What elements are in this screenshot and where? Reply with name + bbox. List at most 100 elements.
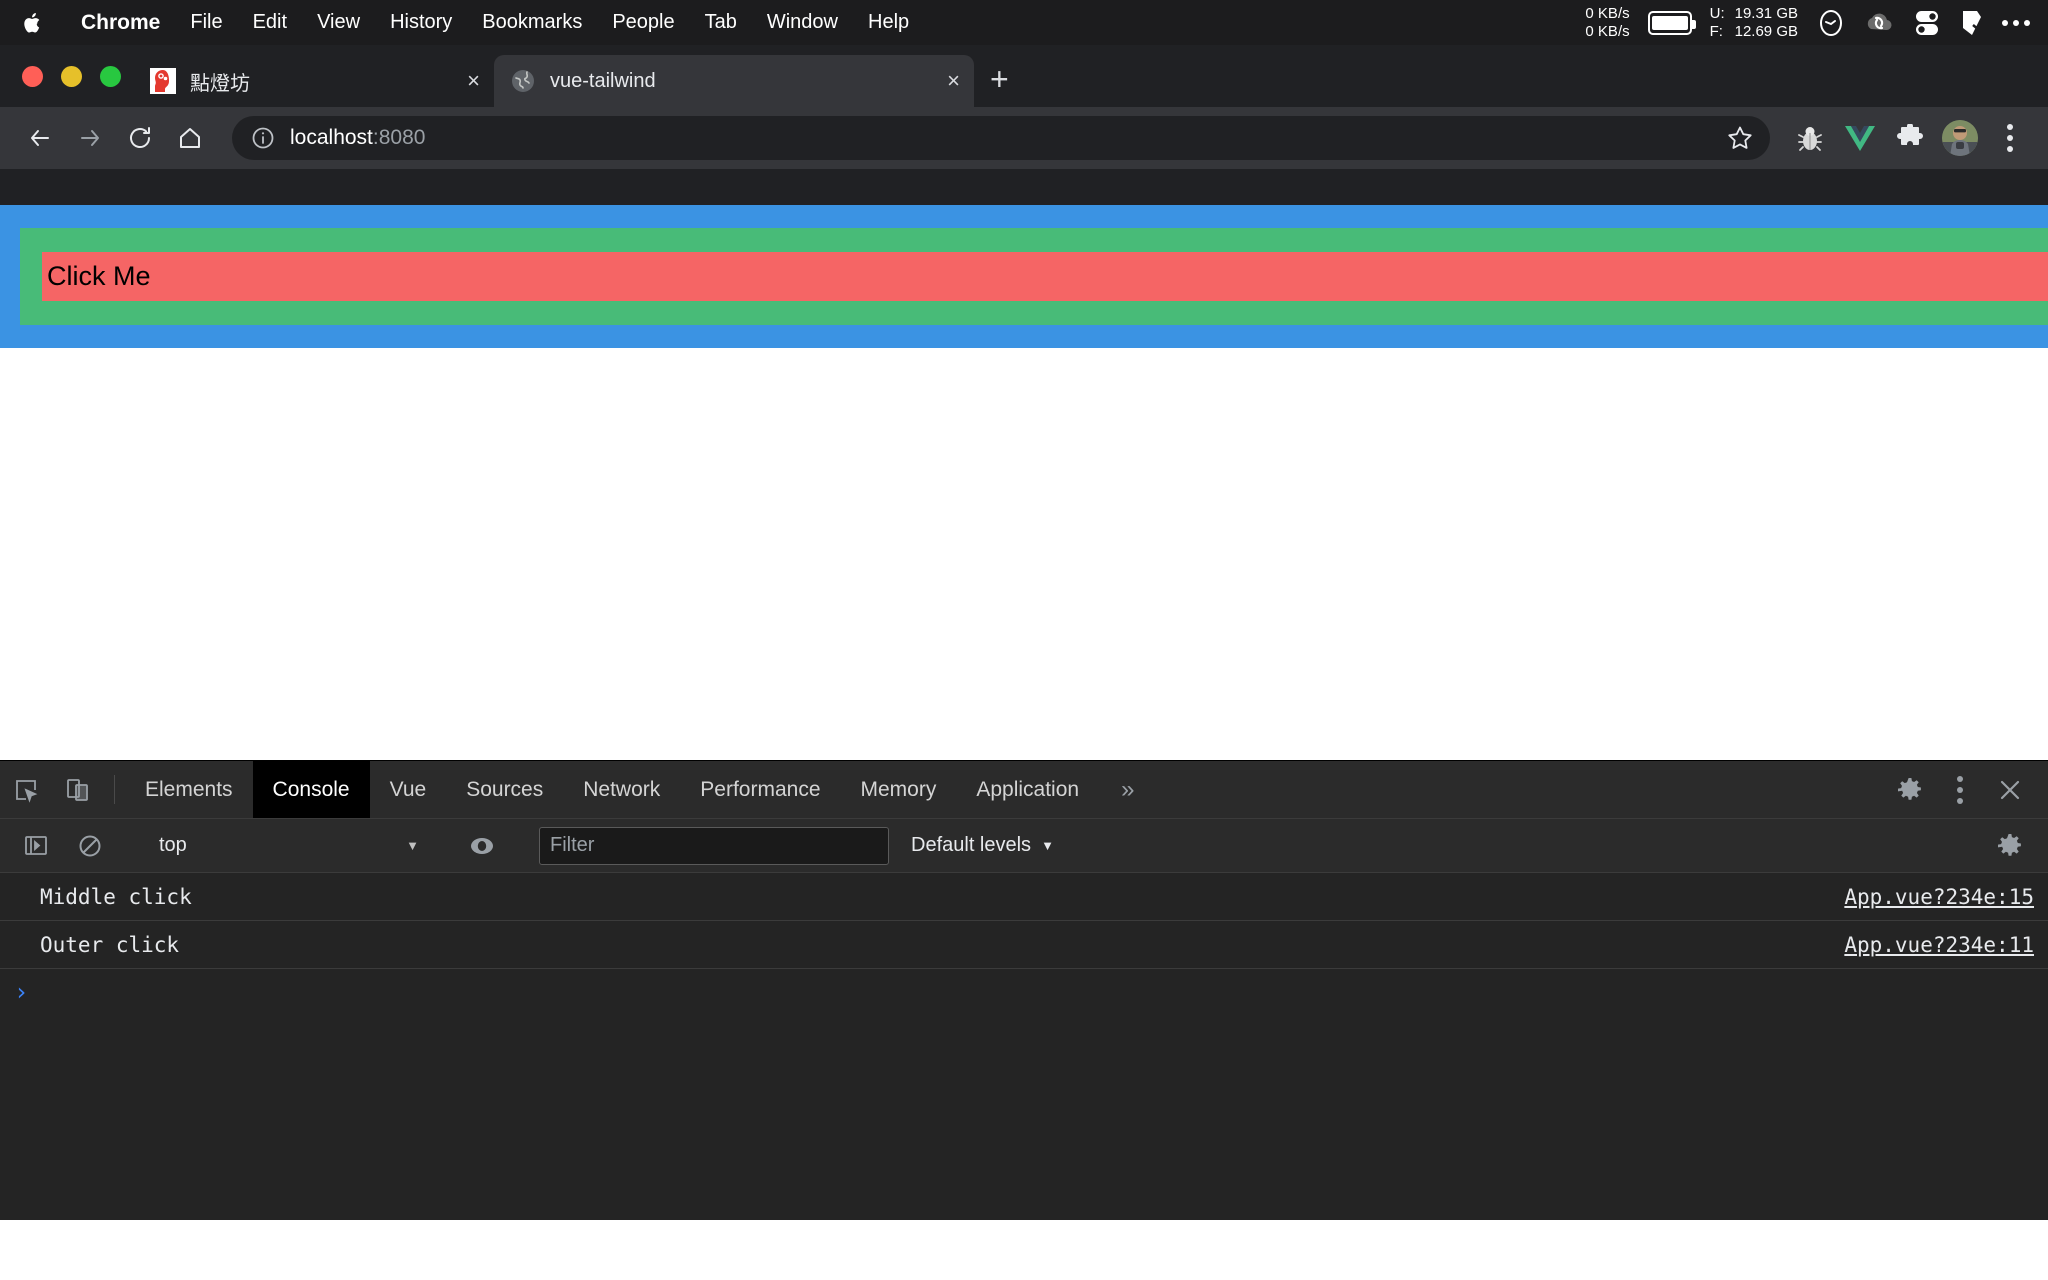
forward-arrow-icon[interactable] — [68, 116, 112, 160]
more-options-icon[interactable] — [1936, 761, 1984, 819]
console-message-source-link[interactable]: App.vue?234e:15 — [1844, 885, 2034, 909]
prompt-caret-icon: › — [14, 978, 29, 1006]
console-message-text: Middle click — [40, 884, 192, 909]
network-download-speed: 0 KB/s — [1585, 22, 1630, 40]
battery-icon[interactable] — [1647, 10, 1696, 35]
head-lightbulb-favicon — [150, 68, 176, 94]
devtools-tabbar-actions — [1863, 761, 2048, 818]
clock-icon[interactable] — [1816, 8, 1846, 38]
info-circle-icon[interactable] — [250, 125, 276, 151]
cloud-sync-icon[interactable] — [1864, 9, 1894, 37]
clear-console-icon[interactable] — [64, 833, 116, 859]
tab-title: vue-tailwind — [550, 69, 656, 92]
console-log-levels-selector[interactable]: Default levels ▼ — [897, 834, 1068, 857]
click-me-label: Click Me — [47, 261, 151, 291]
more-tabs-icon[interactable]: » — [1099, 761, 1156, 818]
address-bar-url: localhost:8080 — [290, 126, 425, 150]
disk-free-value: 12.69 GB — [1734, 22, 1798, 40]
console-context-value: top — [159, 834, 187, 856]
console-toolbar: top ▼ Default levels ▼ — [0, 819, 2048, 873]
menu-item-view[interactable]: View — [302, 0, 375, 45]
address-bar[interactable]: localhost:8080 — [232, 116, 1770, 160]
device-toolbar-icon[interactable] — [52, 761, 104, 818]
menu-item-edit[interactable]: Edit — [238, 0, 302, 45]
console-context-selector[interactable]: top ▼ — [141, 834, 431, 857]
log-levels-label: Default levels — [911, 834, 1032, 856]
devtools-tab-console[interactable]: Console — [252, 761, 370, 818]
disk-usage-indicator[interactable]: U: F: 19.31 GB 12.69 GB — [1710, 5, 1798, 41]
inner-click-me-box[interactable]: Click Me — [42, 252, 2048, 301]
devtools-tab-vue[interactable]: Vue — [370, 761, 447, 818]
devtools-tab-application[interactable]: Application — [956, 761, 1099, 818]
apple-logo-icon[interactable] — [22, 10, 44, 36]
avatar-image — [1942, 120, 1978, 156]
console-message-list: Middle click App.vue?234e:15 Outer click… — [0, 873, 2048, 1220]
console-message-row[interactable]: Outer click App.vue?234e:11 — [0, 921, 2048, 969]
disk-free-label: F: — [1709, 22, 1723, 40]
menu-item-file[interactable]: File — [175, 0, 237, 45]
new-tab-button[interactable]: + — [990, 63, 1009, 95]
toggles-icon[interactable] — [1912, 8, 1942, 38]
puzzle-extensions-icon[interactable] — [1888, 116, 1932, 160]
chrome-menu-dots — [2007, 124, 2013, 152]
toolbar-divider — [114, 775, 115, 804]
chrome-browser-window: 點燈坊 × vue-tailwind × + localhost:8080 — [0, 45, 2048, 205]
gear-icon[interactable] — [1886, 761, 1934, 819]
reload-icon[interactable] — [118, 116, 162, 160]
url-host: localhost — [290, 126, 373, 149]
browser-tab-vue-tailwind[interactable]: vue-tailwind × — [494, 55, 974, 107]
bug-extension-icon[interactable] — [1788, 116, 1832, 160]
console-filter-input[interactable] — [539, 826, 889, 865]
network-upload-speed: 0 KB/s — [1585, 4, 1630, 22]
menu-item-chrome[interactable]: Chrome — [66, 0, 175, 45]
ellipsis-icon[interactable] — [2002, 19, 2030, 26]
bookmark-star-icon[interactable] — [1714, 124, 1754, 152]
devtools-tab-performance[interactable]: Performance — [680, 761, 840, 818]
menu-item-tab[interactable]: Tab — [690, 0, 752, 45]
network-speed-indicator[interactable]: 0 KB/s 0 KB/s — [1585, 5, 1629, 41]
console-message-source-link[interactable]: App.vue?234e:11 — [1844, 933, 2034, 957]
profile-avatar[interactable] — [1938, 116, 1982, 160]
window-traffic-lights — [14, 45, 129, 107]
close-window-button[interactable] — [22, 65, 43, 87]
devtools-panel: Elements Console Vue Sources Network Per… — [0, 760, 2048, 1220]
menu-item-window[interactable]: Window — [752, 0, 853, 45]
battery-fill — [1651, 15, 1688, 30]
url-port: :8080 — [372, 126, 426, 149]
vue-devtools-icon[interactable] — [1838, 116, 1882, 160]
minimize-window-button[interactable] — [61, 65, 82, 87]
console-sidebar-icon[interactable] — [10, 833, 62, 859]
back-arrow-icon[interactable] — [18, 116, 62, 160]
devtools-tab-memory[interactable]: Memory — [841, 761, 957, 818]
middle-box[interactable]: Click Me — [20, 228, 2048, 325]
tabbar-spacer — [1156, 761, 1863, 818]
inspect-element-icon[interactable] — [0, 761, 52, 818]
outer-box[interactable]: Click Me — [0, 205, 2048, 348]
live-expression-icon[interactable] — [456, 833, 508, 859]
devtools-tab-elements[interactable]: Elements — [125, 761, 253, 818]
browser-navigation-bar: localhost:8080 — [0, 107, 2048, 169]
console-message-row[interactable]: Middle click App.vue?234e:15 — [0, 873, 2048, 921]
devtools-tab-network[interactable]: Network — [563, 761, 680, 818]
tab-close-button[interactable]: × — [923, 70, 960, 92]
menu-item-history[interactable]: History — [375, 0, 467, 45]
console-input-prompt[interactable]: › — [0, 969, 2048, 1015]
shield-icon[interactable] — [1960, 8, 1984, 38]
console-message-text: Outer click — [40, 932, 180, 957]
disk-used-label: U: — [1709, 4, 1725, 22]
chrome-menu-icon[interactable] — [1988, 116, 2032, 160]
tab-close-button[interactable]: × — [443, 70, 480, 92]
close-devtools-icon[interactable] — [1986, 761, 2034, 819]
home-icon[interactable] — [168, 116, 212, 160]
browser-tab-dian-deng-fang[interactable]: 點燈坊 × — [134, 55, 494, 107]
menu-item-people[interactable]: People — [597, 0, 689, 45]
menu-item-help[interactable]: Help — [853, 0, 924, 45]
tab-title: 點燈坊 — [190, 72, 250, 95]
console-settings-icon[interactable] — [1984, 833, 2036, 859]
disk-used-value: 19.31 GB — [1734, 4, 1798, 22]
maximize-window-button[interactable] — [100, 65, 121, 87]
macos-menubar: Chrome File Edit View History Bookmarks … — [0, 0, 2048, 45]
devtools-tab-sources[interactable]: Sources — [446, 761, 563, 818]
menu-item-bookmarks[interactable]: Bookmarks — [467, 0, 597, 45]
chevron-down-icon: ▼ — [406, 838, 419, 853]
